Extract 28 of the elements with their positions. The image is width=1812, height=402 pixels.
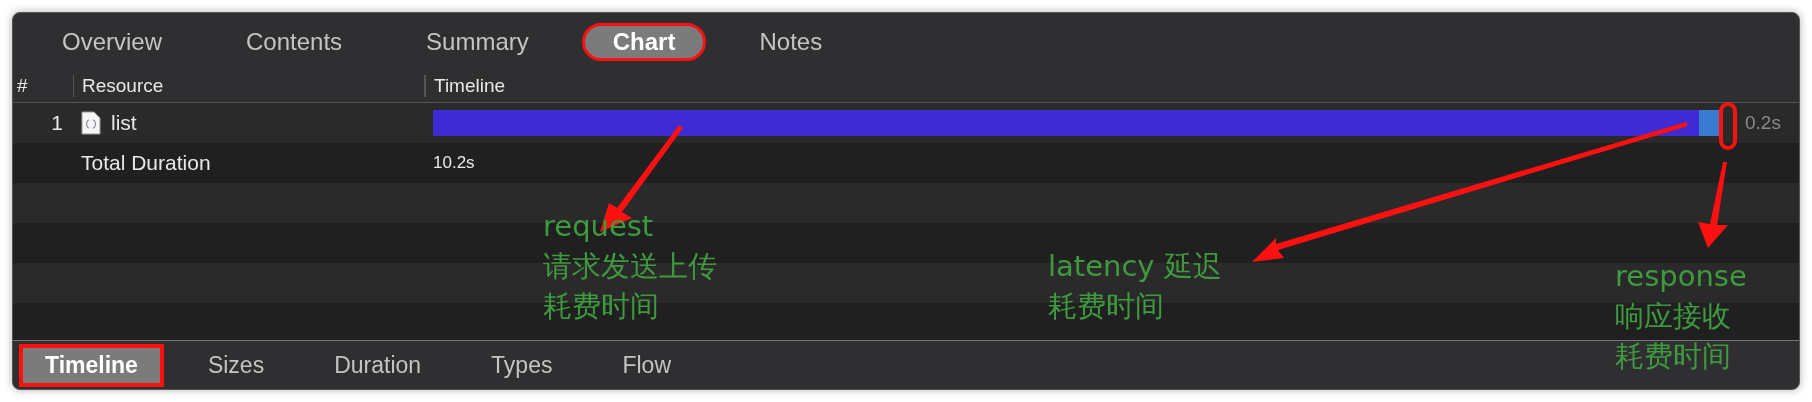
tab[interactable]: Summary: [395, 22, 560, 61]
tab[interactable]: Duration: [308, 343, 448, 387]
tab[interactable]: Contents: [215, 22, 374, 61]
annotation-text: latency 延迟: [1048, 248, 1222, 285]
latency-segment: [1699, 110, 1720, 136]
column-header[interactable]: Resource: [73, 75, 425, 97]
annotation-text: 耗费时间: [1048, 288, 1164, 325]
tab[interactable]: Timeline: [19, 343, 164, 387]
tab[interactable]: Overview: [31, 22, 194, 61]
resource-name: list: [111, 111, 137, 135]
column-header[interactable]: #: [13, 75, 73, 97]
row-number: 1: [50, 111, 64, 135]
annotation-text: 耗费时间: [543, 288, 659, 325]
duration-label: 0.2s: [1745, 112, 1781, 134]
tab[interactable]: Types: [465, 343, 579, 387]
tab[interactable]: Chart: [581, 22, 707, 61]
total-duration-label: Total Duration: [80, 151, 212, 175]
column-header[interactable]: Timeline: [425, 75, 1799, 97]
annotation-text: response: [1615, 258, 1747, 295]
tab[interactable]: Sizes: [181, 343, 291, 387]
annotation-text: 请求发送上传: [543, 248, 717, 285]
total-duration-value: 10.2s: [432, 153, 476, 173]
annotation-text: 响应接收: [1615, 298, 1731, 335]
tab[interactable]: Flow: [596, 343, 697, 387]
json-file-icon: [81, 111, 101, 135]
tab[interactable]: Notes: [728, 22, 854, 61]
annotation-text: request: [543, 208, 654, 245]
annotation-text: 耗费时间: [1615, 338, 1731, 375]
